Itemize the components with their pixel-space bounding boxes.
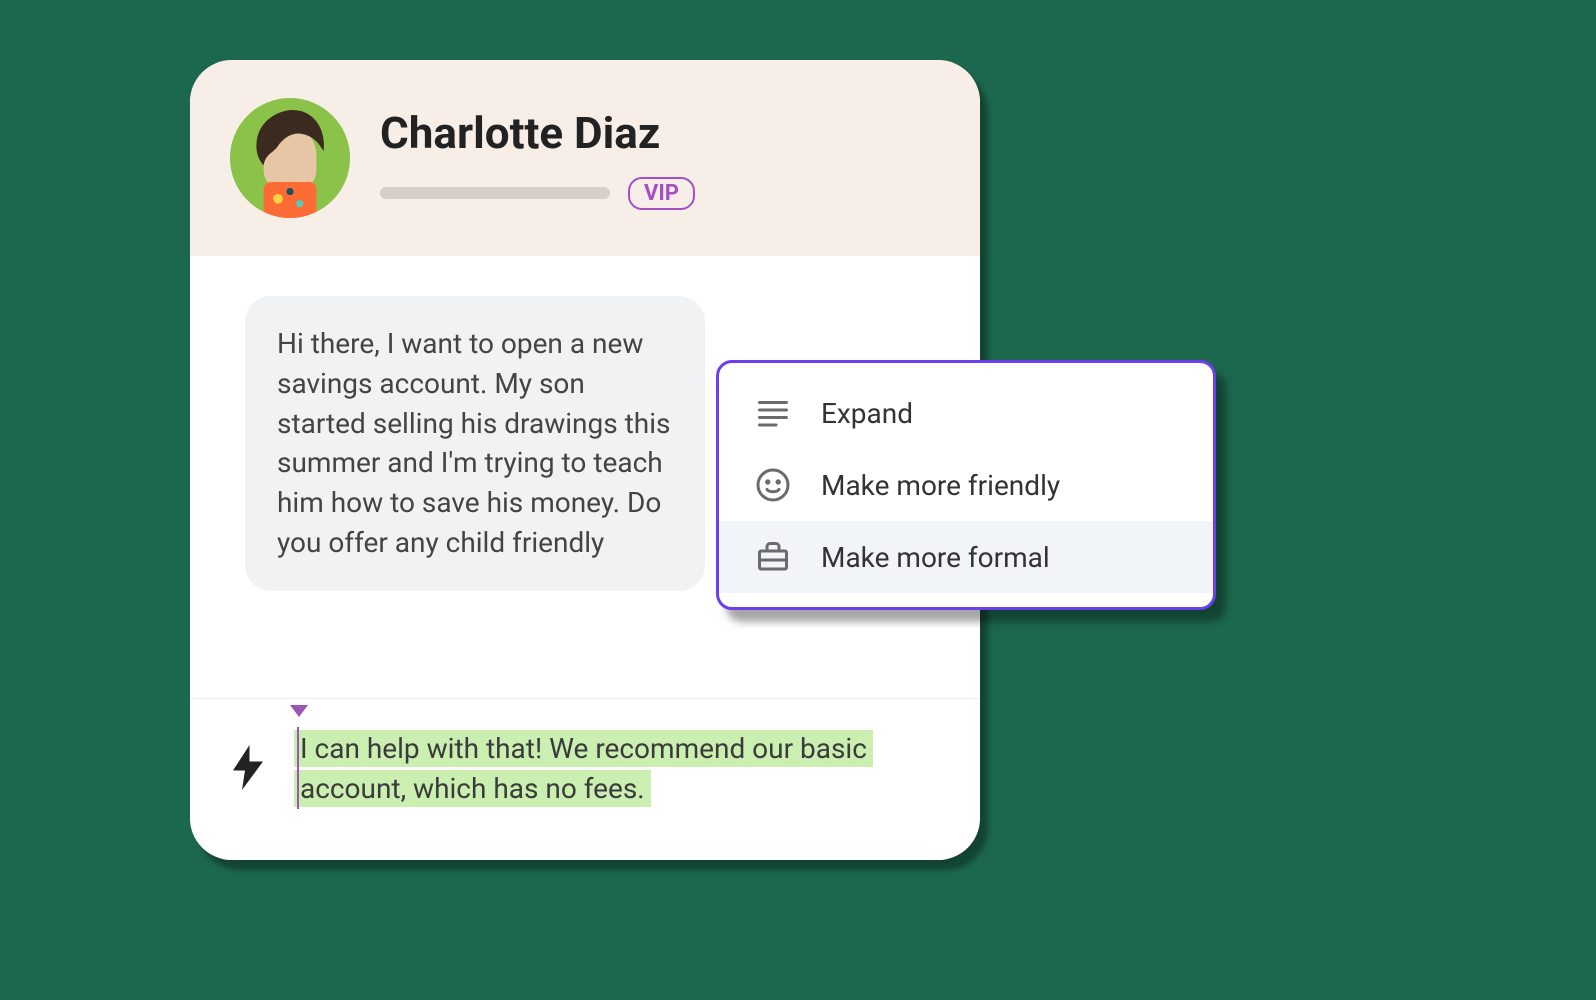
incoming-message: Hi there, I want to open a new savings a…: [245, 296, 705, 591]
suggestion-label: Expand: [821, 397, 913, 430]
vip-badge: VIP: [628, 177, 695, 210]
placeholder-line: [380, 187, 610, 199]
bolt-icon[interactable]: [230, 745, 266, 791]
compose-area[interactable]: I can help with that! We recommend our b…: [190, 698, 980, 860]
suggestion-label: Make more formal: [821, 541, 1050, 574]
chat-header: Charlotte Diaz VIP: [190, 60, 980, 256]
suggestion-label: Make more friendly: [821, 469, 1060, 502]
caret-line-icon: [297, 727, 299, 809]
caret-mark-icon: [290, 705, 308, 717]
customer-name: Charlotte Diaz: [380, 107, 940, 159]
customer-avatar: [230, 98, 350, 218]
customer-sub-row: VIP: [380, 177, 940, 210]
customer-info: Charlotte Diaz VIP: [380, 107, 940, 210]
lines-icon: [755, 395, 791, 431]
tone-suggestion-popover: Expand Make more friendly Make more form…: [716, 360, 1216, 610]
suggestion-formal[interactable]: Make more formal: [719, 521, 1213, 593]
suggestion-expand[interactable]: Expand: [719, 377, 1213, 449]
suggested-reply-text[interactable]: I can help with that! We recommend our b…: [294, 730, 873, 808]
smile-icon: [755, 467, 791, 503]
compose-text-wrap[interactable]: I can help with that! We recommend our b…: [294, 729, 940, 810]
briefcase-icon: [755, 539, 791, 575]
suggestion-friendly[interactable]: Make more friendly: [719, 449, 1213, 521]
